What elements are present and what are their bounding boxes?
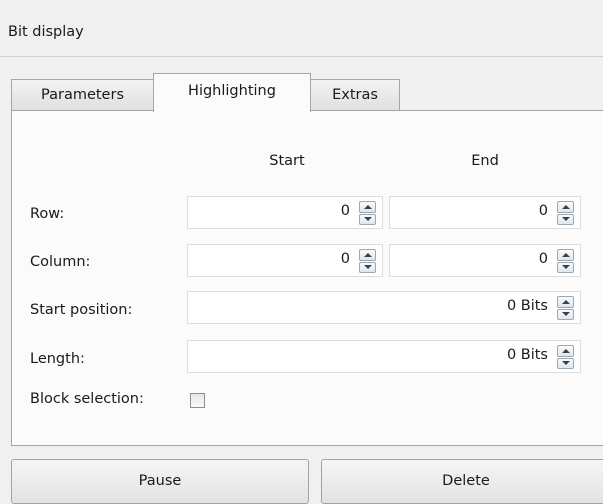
spin-down-icon[interactable] (359, 261, 376, 273)
spin-up-icon[interactable] (557, 249, 574, 261)
block-selection-label: Block selection: (30, 391, 144, 407)
spin-down-icon[interactable] (557, 213, 574, 225)
row-end-value: 0 (538, 203, 548, 219)
highlighting-panel: Start End Row: 0 0 Column: 0 0 Start pos… (11, 110, 603, 446)
spin-up-icon[interactable] (557, 345, 574, 357)
start-position-value: 0 Bits (506, 298, 548, 314)
spin-up-icon[interactable] (359, 249, 376, 261)
window-title: Bit display (8, 24, 84, 40)
column-start-value: 0 (340, 251, 350, 267)
tab-extras[interactable]: Extras (310, 79, 400, 110)
spin-down-icon[interactable] (557, 308, 574, 320)
spin-up-icon[interactable] (557, 296, 574, 308)
length-label: Length: (30, 351, 85, 367)
length-value: 0 Bits (506, 347, 548, 363)
row-label: Row: (30, 206, 65, 222)
column-start-spinbox[interactable]: 0 (187, 244, 383, 277)
delete-button[interactable]: Delete (321, 459, 603, 504)
tab-parameters[interactable]: Parameters (11, 79, 154, 110)
pause-button[interactable]: Pause (11, 459, 309, 504)
column-end-value: 0 (538, 251, 548, 267)
title-bar: Bit display (0, 0, 603, 57)
column-header-end: End (471, 153, 499, 169)
row-start-spinbox[interactable]: 0 (187, 196, 383, 229)
spin-down-icon[interactable] (557, 357, 574, 369)
start-position-spinbox[interactable]: 0 Bits (187, 291, 581, 324)
spin-down-icon[interactable] (557, 261, 574, 273)
row-end-spinbox[interactable]: 0 (389, 196, 581, 229)
start-position-label: Start position: (30, 302, 133, 318)
spin-up-icon[interactable] (359, 201, 376, 213)
column-header-start: Start (269, 153, 305, 169)
column-label: Column: (30, 254, 91, 270)
column-end-spinbox[interactable]: 0 (389, 244, 581, 277)
spin-up-icon[interactable] (557, 201, 574, 213)
spin-down-icon[interactable] (359, 213, 376, 225)
row-start-value: 0 (340, 203, 350, 219)
tab-highlighting[interactable]: Highlighting (153, 73, 311, 112)
length-spinbox[interactable]: 0 Bits (187, 340, 581, 373)
block-selection-checkbox[interactable] (190, 393, 205, 408)
